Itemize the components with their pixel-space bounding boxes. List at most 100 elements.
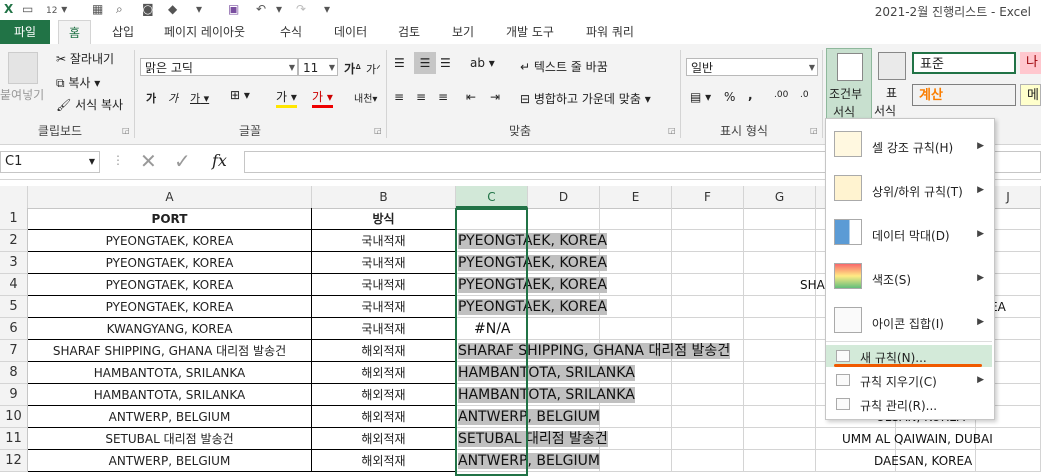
cell-empty[interactable] [600,208,672,230]
comma-button[interactable]: , [748,88,753,102]
cell-empty[interactable] [744,450,816,472]
customize-qat-icon[interactable]: ▾ [324,2,330,18]
dropdown-icon[interactable]: ▾ [196,2,202,18]
cell-a[interactable]: PORT [28,208,312,230]
tab-home[interactable]: 홈 [58,20,92,46]
cell-c[interactable] [456,208,528,230]
alignment-launcher-icon[interactable]: ◲ [668,126,676,135]
increase-decimal-button[interactable]: .00 [774,90,788,100]
paste-button[interactable]: 붙여넣기 [0,86,44,103]
row-header[interactable]: 5 [0,296,28,318]
style-bad[interactable]: 나 [1020,52,1041,74]
cell-empty[interactable] [744,252,816,274]
camera-icon[interactable]: ◙ [142,2,154,18]
tab-review[interactable]: 검토 [388,20,430,44]
enter-icon[interactable]: ✓ [174,149,191,173]
tab-power-query[interactable]: 파워 쿼리 [576,20,644,44]
cell-empty[interactable] [600,406,672,428]
cell-empty[interactable] [744,384,816,406]
cell-b[interactable]: 국내적재 [312,252,456,274]
conditional-formatting-button[interactable]: 조건부 서식 [826,48,872,122]
paste-icon[interactable] [8,52,38,84]
border-icon[interactable]: ⊞ ▾ [230,88,250,102]
cell-b[interactable]: 해외적재 [312,406,456,428]
italic-button[interactable]: 가 [168,90,178,106]
preview-icon[interactable]: ▦ [92,2,103,18]
tab-data[interactable]: 데이터 [324,20,377,44]
accounting-format-icon[interactable]: ▤ ▾ [690,90,711,104]
cell-empty[interactable] [744,406,816,428]
tab-developer[interactable]: 개발 도구 [496,20,564,44]
decrease-indent-icon[interactable]: ⇤ [466,90,476,104]
open-icon[interactable]: ▭ [22,2,33,18]
percent-button[interactable]: % [724,90,735,104]
row-header[interactable]: 8 [0,362,28,384]
cell-b[interactable]: 해외적재 [312,450,456,472]
font-name-combo[interactable]: 맑은 고딕 ▼ [140,58,298,76]
cell-a[interactable]: SETUBAL 대리점 발송건 [28,428,312,450]
cell-a[interactable]: HAMBANTOTA, SRILANKA [28,384,312,406]
cell-empty[interactable] [600,318,672,340]
redo-icon[interactable]: ↷ [296,2,306,18]
cell-empty[interactable] [744,318,816,340]
row-header[interactable]: 12 [0,450,28,472]
cell-empty[interactable] [744,296,816,318]
clipboard-launcher-icon[interactable]: ◲ [122,126,130,135]
menu-top-bottom-rules[interactable]: 상위/하위 규칙(T) ▶ [826,169,992,209]
cell-empty[interactable] [672,296,744,318]
cell-empty[interactable] [744,428,816,450]
cell-b[interactable]: 해외적재 [312,362,456,384]
menu-data-bars[interactable]: 데이터 막대(D) ▶ [826,213,992,253]
font-size-combo[interactable]: 11 ▼ [298,58,338,76]
style-normal[interactable]: 표준 [912,52,1016,74]
bold-button[interactable]: 가 [146,90,156,106]
number-format-combo[interactable]: 일반 ▼ [686,58,818,76]
cell-b[interactable]: 방식 [312,208,456,230]
column-header-e[interactable]: E [600,186,672,208]
cell-empty[interactable] [672,362,744,384]
fill-color-icon[interactable]: ◆ [168,2,177,18]
decrease-decimal-button[interactable]: .0 [800,90,809,100]
row-header[interactable]: 4 [0,274,28,296]
merge-center-button[interactable]: ⊟ 병합하고 가운데 맞춤 ▾ [520,90,651,107]
align-middle-icon[interactable]: ☰ [414,52,436,74]
format-as-table-button[interactable]: 표 서식 [874,48,910,120]
cell-a[interactable]: PYEONGTAEK, KOREA [28,296,312,318]
search-icon[interactable]: ⌕ [116,2,123,18]
cell-a[interactable]: PYEONGTAEK, KOREA [28,252,312,274]
cell-empty[interactable] [528,208,600,230]
column-header-d[interactable]: D [528,186,600,208]
cell-empty[interactable] [600,230,672,252]
cancel-icon[interactable]: ✕ [140,149,157,173]
tab-formulas[interactable]: 수식 [270,20,312,44]
cell-empty[interactable] [672,274,744,296]
cell-empty[interactable] [672,450,744,472]
cell-empty[interactable] [976,450,1041,472]
row-header[interactable]: 11 [0,428,28,450]
cell-empty[interactable] [672,384,744,406]
cut-button[interactable]: ✂ 잘라내기 [56,50,114,67]
cell-empty[interactable] [600,296,672,318]
cell-empty[interactable] [672,318,744,340]
cell-a[interactable]: KWANGYANG, KOREA [28,318,312,340]
cell-empty[interactable] [672,428,744,450]
underline-button[interactable]: 가 ▾ [190,90,209,106]
cell-b[interactable]: 해외적재 [312,428,456,450]
cell-empty[interactable] [744,340,816,362]
align-left-icon[interactable]: ≡ [394,90,404,104]
align-top-icon[interactable]: ☰ [394,56,405,70]
cell-b[interactable]: 국내적재 [312,274,456,296]
cell-b[interactable]: 국내적재 [312,230,456,252]
row-header[interactable]: 3 [0,252,28,274]
cell-empty[interactable] [600,252,672,274]
row-header[interactable]: 10 [0,406,28,428]
cell-empty[interactable] [672,252,744,274]
menu-icon-sets[interactable]: 아이콘 집합(I) ▶ [826,301,992,341]
font-launcher-icon[interactable]: ◲ [374,126,382,135]
highlight-button[interactable]: 가 ▾ [276,88,297,108]
format-painter-button[interactable]: 🖌 서식 복사 [56,96,123,113]
style-calculation[interactable]: 계산 [912,84,1016,106]
column-header-f[interactable]: F [672,186,744,208]
cell-empty[interactable] [744,208,816,230]
tab-insert[interactable]: 삽입 [102,20,144,44]
